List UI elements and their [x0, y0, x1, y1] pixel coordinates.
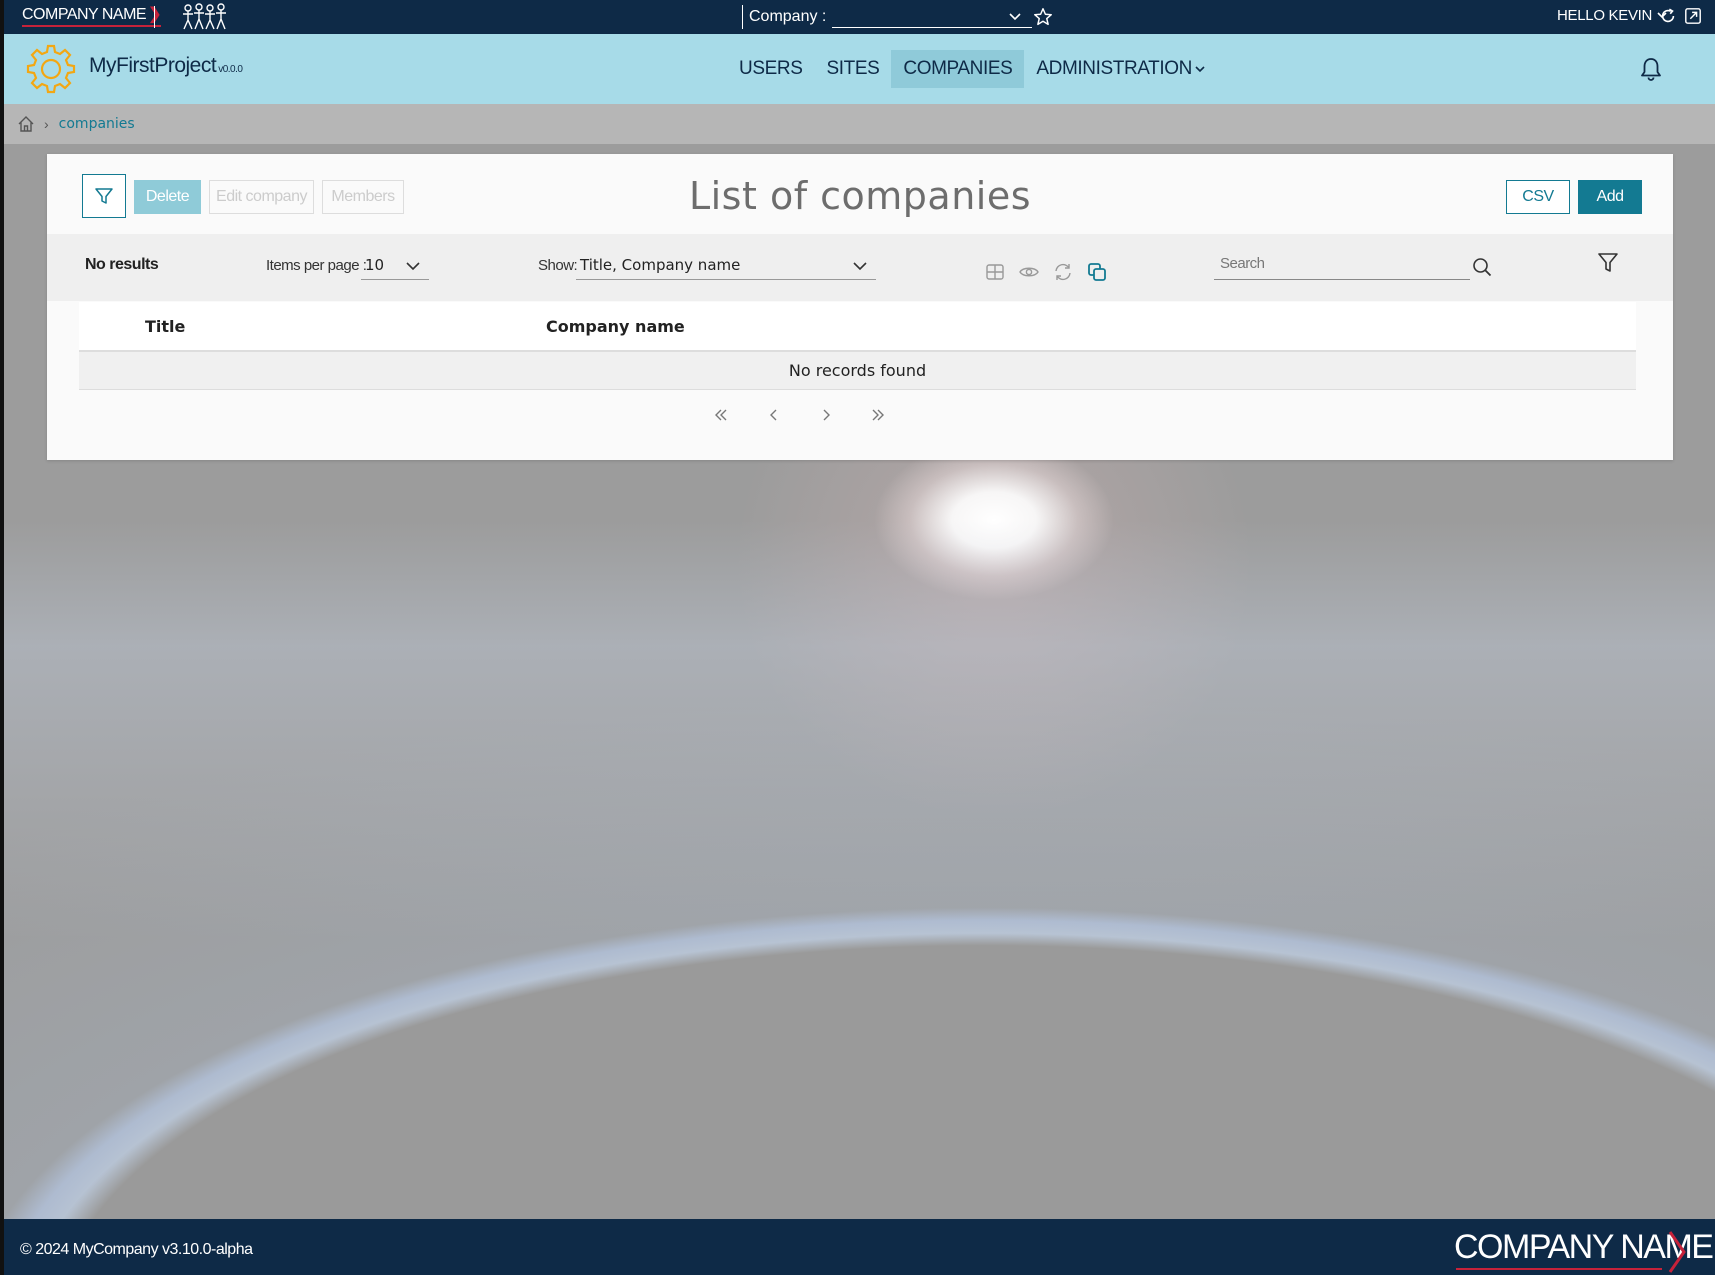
- app-background: COMPANY NAME❯ Company : HELLO KEVIN: [4, 0, 1715, 1275]
- last-page-icon[interactable]: [867, 404, 889, 426]
- companies-table: Title Company name No records found: [79, 302, 1636, 390]
- column-header-company-name[interactable]: Company name: [546, 317, 685, 336]
- show-columns-label: Show:: [538, 257, 578, 274]
- page-title: List of companies: [47, 174, 1673, 218]
- chevron-down-icon: [1195, 66, 1205, 73]
- nav-item-users[interactable]: USERS: [727, 50, 814, 88]
- chevron-down-icon: [1009, 13, 1021, 21]
- brand-underline: [1456, 1268, 1662, 1270]
- bell-icon[interactable]: [1638, 56, 1664, 82]
- csv-export-button[interactable]: CSV: [1506, 180, 1570, 214]
- nav-item-companies[interactable]: COMPANIES: [891, 50, 1025, 88]
- company-label: Company :: [749, 8, 827, 25]
- filter-icon[interactable]: [1597, 251, 1619, 275]
- home-icon[interactable]: [16, 114, 36, 134]
- pagination: [47, 400, 1673, 430]
- nav-item-sites[interactable]: SITES: [814, 50, 891, 88]
- search-icon[interactable]: [1471, 256, 1493, 278]
- add-button[interactable]: Add: [1578, 180, 1642, 214]
- project-version: v0.0.0: [218, 64, 243, 75]
- items-per-page-select[interactable]: 10: [361, 252, 429, 280]
- team-logo-icon: [183, 3, 226, 30]
- nav-item-label: USERS: [739, 58, 803, 79]
- eye-icon[interactable]: [1018, 261, 1040, 283]
- copy-icon[interactable]: [1086, 261, 1108, 283]
- search-field[interactable]: [1214, 248, 1470, 280]
- table-toolbar: No results Items per page : 10 Show: Tit…: [47, 234, 1673, 301]
- brand-logo-large: COMPANY NAME: [1454, 1228, 1714, 1273]
- companies-card: Delete Edit company Members List of comp…: [47, 154, 1673, 460]
- project-title[interactable]: MyFirstProject v0.0.0: [89, 54, 243, 78]
- brand-name: COMPANY NAME: [22, 6, 147, 23]
- earth-background-image: [4, 520, 1715, 940]
- chevron-down-icon: [853, 262, 867, 271]
- star-icon[interactable]: [1032, 6, 1054, 28]
- show-columns-select[interactable]: Title, Company name: [576, 252, 876, 280]
- nav-menu: USERS SITES COMPANIES ADMINISTRATION: [727, 50, 1218, 88]
- items-per-page-label: Items per page :: [266, 257, 367, 274]
- project-name: MyFirstProject: [89, 54, 217, 77]
- items-per-page-value: 10: [365, 256, 385, 274]
- brand-chevron-icon: [1668, 1231, 1686, 1273]
- first-page-icon[interactable]: [710, 404, 732, 426]
- top-bar: COMPANY NAME❯ Company : HELLO KEVIN: [4, 0, 1715, 34]
- sync-icon[interactable]: [1052, 261, 1074, 283]
- table-header: Title Company name: [79, 302, 1636, 352]
- breadcrumb-current[interactable]: companies: [59, 116, 135, 132]
- next-page-icon[interactable]: [815, 404, 837, 426]
- previous-page-icon[interactable]: [763, 404, 785, 426]
- user-greeting: HELLO KEVIN: [1557, 7, 1653, 24]
- empty-table-message: No records found: [79, 352, 1636, 390]
- grid-view-icon[interactable]: [984, 261, 1006, 283]
- main-navbar: MyFirstProject v0.0.0 USERS SITES COMPANI…: [4, 34, 1715, 104]
- company-select-field[interactable]: [832, 6, 1033, 28]
- page-title-text: List of companies: [688, 174, 1032, 218]
- column-header-title[interactable]: Title: [145, 317, 185, 336]
- footer: © 2024 MyCompany v3.10.0-alpha COMPANY N…: [4, 1219, 1715, 1275]
- breadcrumb: › companies: [4, 104, 1715, 144]
- nav-item-label: COMPANIES: [903, 58, 1013, 79]
- show-columns-value: Title, Company name: [580, 256, 741, 274]
- breadcrumb-separator: ›: [44, 116, 49, 132]
- external-link-icon[interactable]: [1684, 7, 1702, 25]
- nav-item-administration[interactable]: ADMINISTRATION: [1024, 50, 1218, 88]
- brand-logo-small[interactable]: COMPANY NAME❯: [22, 6, 161, 27]
- copyright-text: © 2024 MyCompany v3.10.0-alpha: [20, 1241, 253, 1258]
- nav-item-label: SITES: [826, 58, 880, 79]
- results-count: No results: [85, 256, 159, 273]
- nav-item-label: ADMINISTRATION: [1036, 58, 1192, 79]
- gear-icon[interactable]: [24, 42, 78, 96]
- chevron-down-icon: [406, 262, 420, 271]
- search-input[interactable]: [1214, 248, 1424, 278]
- company-selector[interactable]: Company :: [742, 5, 1033, 29]
- divider: [154, 6, 155, 28]
- user-menu[interactable]: HELLO KEVIN: [1557, 7, 1668, 24]
- refresh-icon[interactable]: [1659, 7, 1677, 25]
